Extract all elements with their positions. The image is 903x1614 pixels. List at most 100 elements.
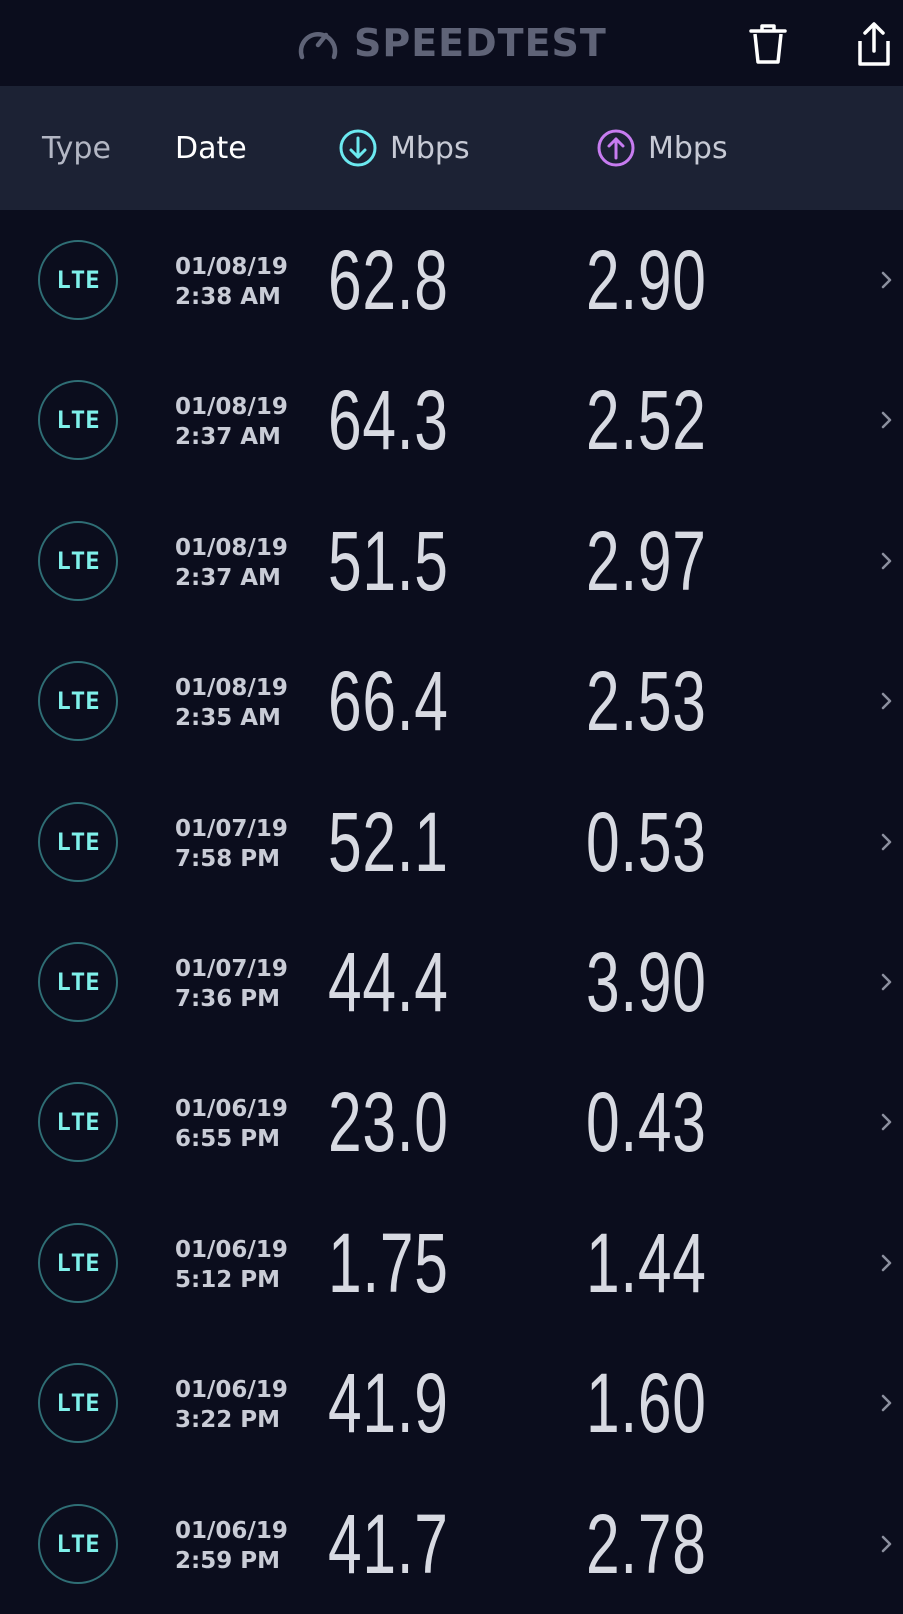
result-datetime: 01/06/19 6:55 PM <box>175 1094 288 1154</box>
column-header: Type Date Mbps Mbps <box>0 86 903 210</box>
chevron-right-icon <box>880 968 896 996</box>
result-row[interactable]: LTE 01/07/19 7:36 PM 44.4 3.90 <box>0 912 903 1052</box>
result-time: 3:22 PM <box>175 1407 280 1434</box>
connection-type-badge: LTE <box>38 520 118 601</box>
connection-type-badge: LTE <box>38 801 118 882</box>
speedtest-logo: SPEEDTEST <box>296 18 607 68</box>
result-row[interactable]: LTE 01/08/19 2:38 AM 62.8 2.90 <box>0 210 903 350</box>
result-date: 01/08/19 <box>175 254 288 280</box>
share-icon <box>858 22 890 66</box>
brand-title: SPEEDTEST <box>354 21 607 65</box>
download-header-label: Mbps <box>390 130 470 166</box>
result-datetime: 01/06/19 3:22 PM <box>175 1375 288 1435</box>
result-row[interactable]: LTE 01/08/19 2:37 AM 51.5 2.97 <box>0 491 903 631</box>
upload-speed: 2.78 <box>586 1496 707 1591</box>
download-speed: 62.8 <box>328 233 449 327</box>
chevron-right-icon <box>880 406 896 434</box>
chevron-right-icon <box>880 1530 896 1558</box>
delete-button[interactable] <box>742 18 794 70</box>
result-date: 01/06/19 <box>175 1517 288 1544</box>
date-header-label: Date <box>175 130 247 166</box>
upload-speed: 1.44 <box>586 1215 707 1310</box>
upload-speed: 3.90 <box>586 934 707 1029</box>
upload-speed: 2.53 <box>586 654 707 749</box>
upload-speed: 0.43 <box>586 1075 707 1170</box>
result-row[interactable]: LTE 01/06/19 5:12 PM 1.75 1.44 <box>0 1193 903 1333</box>
result-date: 01/06/19 <box>175 1377 288 1404</box>
result-datetime: 01/08/19 2:37 AM <box>175 533 288 593</box>
result-date: 01/08/19 <box>175 394 288 421</box>
result-time: 5:12 PM <box>175 1266 280 1293</box>
sort-upload[interactable]: Mbps <box>596 86 728 210</box>
chevron-right-icon <box>880 1389 896 1417</box>
result-time: 7:58 PM <box>175 845 280 872</box>
result-date: 01/08/19 <box>175 675 288 702</box>
download-arrow-icon <box>339 129 377 167</box>
upload-header-label: Mbps <box>648 130 728 166</box>
sort-download[interactable]: Mbps <box>338 86 470 210</box>
result-time: 7:36 PM <box>175 985 280 1012</box>
download-speed: 23.0 <box>328 1075 449 1170</box>
result-datetime: 01/08/19 2:37 AM <box>175 392 288 452</box>
result-datetime: 01/08/19 2:38 AM <box>175 252 288 312</box>
result-date: 01/07/19 <box>175 815 288 842</box>
speedometer-icon <box>298 32 338 60</box>
upload-speed: 2.90 <box>586 233 707 327</box>
result-time: 2:37 AM <box>175 564 281 591</box>
sort-type[interactable]: Type <box>42 86 111 210</box>
result-time: 2:38 AM <box>175 284 281 310</box>
connection-type-badge: LTE <box>38 661 118 742</box>
connection-type-badge: LTE <box>38 240 118 320</box>
trash-icon <box>749 24 787 64</box>
upload-speed: 1.60 <box>586 1356 707 1451</box>
chevron-right-icon <box>880 266 896 294</box>
sort-date[interactable]: Date <box>175 86 247 210</box>
result-datetime: 01/07/19 7:58 PM <box>175 814 288 874</box>
result-datetime: 01/08/19 2:35 AM <box>175 673 288 733</box>
download-speed: 44.4 <box>328 934 449 1029</box>
result-row[interactable]: LTE 01/08/19 2:35 AM 66.4 2.53 <box>0 631 903 771</box>
result-time: 2:59 PM <box>175 1547 280 1574</box>
connection-type-badge: LTE <box>38 1503 118 1584</box>
download-speed: 51.5 <box>328 513 449 608</box>
upload-speed: 2.52 <box>586 373 707 468</box>
result-date: 01/07/19 <box>175 955 288 982</box>
result-date: 01/06/19 <box>175 1236 288 1263</box>
upload-speed: 2.97 <box>586 513 707 608</box>
result-datetime: 01/07/19 7:36 PM <box>175 954 288 1014</box>
result-datetime: 01/06/19 2:59 PM <box>175 1516 288 1576</box>
download-speed: 41.7 <box>328 1496 449 1591</box>
chevron-right-icon <box>880 1108 896 1136</box>
share-button[interactable] <box>848 18 900 70</box>
chevron-right-icon <box>880 547 896 575</box>
result-row[interactable]: LTE 01/06/19 6:55 PM 23.0 0.43 <box>0 1052 903 1192</box>
result-time: 6:55 PM <box>175 1126 280 1153</box>
download-speed: 66.4 <box>328 654 449 749</box>
download-speed: 64.3 <box>328 373 449 468</box>
type-header-label: Type <box>42 130 111 166</box>
result-time: 2:35 AM <box>175 705 281 732</box>
chevron-right-icon <box>880 687 896 715</box>
results-list: LTE 01/08/19 2:38 AM 62.8 2.90 LTE 01/08… <box>0 210 903 1614</box>
top-bar: SPEEDTEST <box>0 0 903 86</box>
result-row[interactable]: LTE 01/07/19 7:58 PM 52.1 0.53 <box>0 772 903 912</box>
connection-type-badge: LTE <box>38 941 118 1022</box>
result-datetime: 01/06/19 5:12 PM <box>175 1235 288 1295</box>
result-time: 2:37 AM <box>175 424 281 451</box>
chevron-right-icon <box>880 828 896 856</box>
upload-arrow-icon <box>597 129 635 167</box>
connection-type-badge: LTE <box>38 1082 118 1163</box>
upload-speed: 0.53 <box>586 794 707 889</box>
result-row[interactable]: LTE 01/08/19 2:37 AM 64.3 2.52 <box>0 350 903 490</box>
download-speed: 1.75 <box>328 1215 449 1310</box>
connection-type-badge: LTE <box>38 1222 118 1303</box>
download-speed: 41.9 <box>328 1356 449 1451</box>
connection-type-badge: LTE <box>38 380 118 461</box>
result-row[interactable]: LTE 01/06/19 2:59 PM 41.7 2.78 <box>0 1474 903 1614</box>
connection-type-badge: LTE <box>38 1363 118 1444</box>
download-speed: 52.1 <box>328 794 449 889</box>
result-date: 01/08/19 <box>175 534 288 561</box>
result-date: 01/06/19 <box>175 1096 288 1123</box>
result-row[interactable]: LTE 01/06/19 3:22 PM 41.9 1.60 <box>0 1333 903 1473</box>
chevron-right-icon <box>880 1249 896 1277</box>
